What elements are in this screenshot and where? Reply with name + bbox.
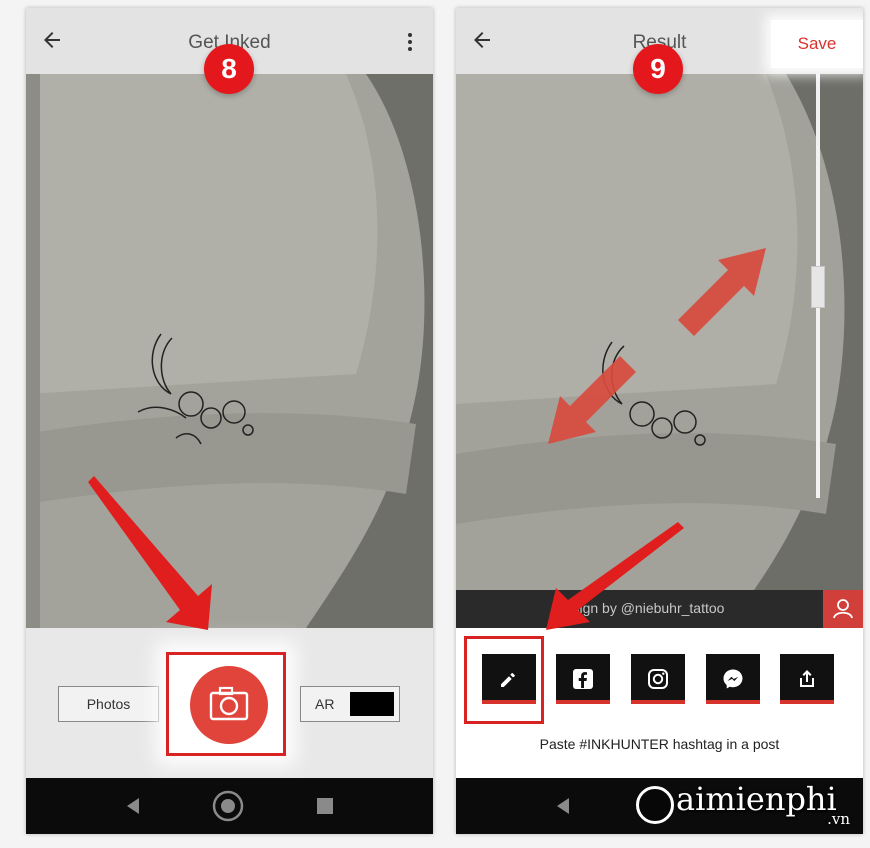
result-preview (456, 74, 863, 628)
instagram-icon (648, 669, 668, 689)
artist-profile-button[interactable] (823, 590, 863, 628)
capture-button[interactable] (190, 666, 268, 744)
camera-icon (209, 686, 249, 721)
ar-swatch (350, 692, 394, 716)
facebook-icon (573, 669, 593, 689)
person-icon (833, 599, 853, 619)
nav-recents-icon[interactable] (317, 798, 333, 814)
system-nav-bar (26, 778, 433, 834)
save-button[interactable]: Save (771, 20, 863, 68)
screen-result: Result Save 9 Design by @niebuhr_tattoo (456, 8, 863, 834)
ar-toggle[interactable]: AR (300, 686, 400, 722)
share-facebook-button[interactable] (556, 654, 610, 704)
step-badge: 9 (633, 44, 683, 94)
size-slider-thumb[interactable] (811, 266, 825, 308)
camera-preview (26, 74, 433, 628)
edit-button[interactable] (482, 654, 536, 704)
design-credit: Design by @niebuhr_tattoo (554, 600, 725, 616)
capture-highlight-frame (166, 652, 286, 756)
nav-home-icon[interactable] (212, 790, 244, 822)
share-more-button[interactable] (780, 654, 834, 704)
watermark-brand: aimienphi (676, 780, 837, 818)
messenger-icon (723, 669, 743, 689)
share-instagram-button[interactable] (631, 654, 685, 704)
ar-label: AR (315, 696, 335, 712)
share-icon (800, 670, 814, 687)
screen-get-inked: Get Inked 8 Photos AR (26, 8, 433, 834)
watermark-logo (636, 786, 674, 824)
capture-panel: Photos AR (26, 628, 433, 778)
nav-back-icon[interactable] (127, 798, 139, 814)
edit-icon (501, 673, 515, 687)
watermark: aimienphi .vn (636, 780, 856, 832)
design-credit-bar: Design by @niebuhr_tattoo (456, 590, 863, 628)
hashtag-hint: Paste #INKHUNTER hashtag in a post (539, 736, 780, 752)
more-vert-icon[interactable] (407, 32, 413, 52)
nav-back-icon[interactable] (557, 798, 569, 814)
step-badge: 8 (204, 44, 254, 94)
photos-button[interactable]: Photos (58, 686, 159, 722)
share-messenger-button[interactable] (706, 654, 760, 704)
share-panel: Paste #INKHUNTER hashtag in a post (456, 628, 863, 778)
size-slider-track[interactable] (816, 8, 820, 498)
watermark-suffix: .vn (827, 810, 850, 828)
